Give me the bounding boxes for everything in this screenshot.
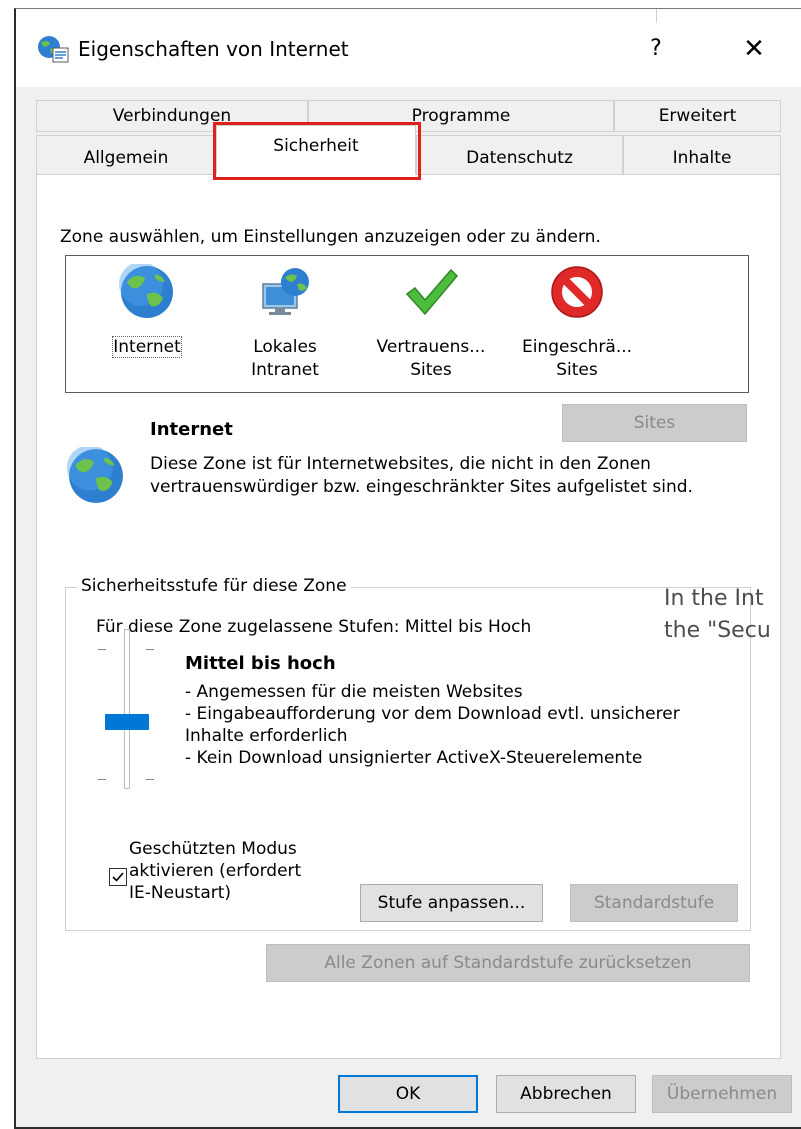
zone-intranet-label-2: Intranet — [251, 360, 319, 380]
slider-thumb[interactable] — [105, 714, 149, 730]
tab-sicherheit[interactable]: Sicherheit — [216, 125, 416, 175]
zone-local-intranet[interactable]: Lokales Intranet — [210, 256, 360, 392]
zone-trusted-label-2: Sites — [410, 360, 452, 380]
slider-tick — [146, 649, 154, 650]
protected-mode-label-line: IE-Neustart) — [129, 883, 232, 903]
internet-options-dialog: Eigenschaften von Internet ? ✕ Verbindun… — [14, 8, 801, 1129]
background-window-edge — [656, 9, 657, 23]
overlay-line: the "Secu — [664, 618, 771, 643]
level-desc-line: - Kein Download unsignierter ActiveX-Ste… — [185, 748, 643, 768]
zone-restricted-sites[interactable]: Eingeschrä... Sites — [502, 256, 652, 392]
default-level-button[interactable]: Standardstufe — [570, 884, 738, 922]
cancel-button[interactable]: Abbrechen — [496, 1075, 636, 1113]
internet-options-icon — [38, 36, 69, 63]
protected-mode-label-line: aktivieren (erfordert — [129, 861, 302, 881]
globe-icon — [67, 447, 123, 503]
zone-restricted-label-2: Sites — [556, 360, 598, 380]
zone-internet-label: Internet — [112, 336, 182, 358]
slider-track — [124, 629, 130, 789]
reset-all-zones-button[interactable]: Alle Zonen auf Standardstufe zurücksetze… — [266, 944, 750, 982]
apply-button[interactable]: Übernehmen — [652, 1075, 792, 1113]
allowed-levels-text: Für diese Zone zugelassene Stufen: Mitte… — [96, 617, 532, 637]
help-button[interactable]: ? — [642, 33, 670, 65]
zone-trusted-label-1: Vertrauens... — [376, 337, 486, 357]
overlay-annotation-text: In the Int the "Secu — [664, 583, 801, 647]
zone-intranet-label-1: Lokales — [253, 337, 317, 357]
zone-trusted-sites[interactable]: Vertrauens... Sites — [356, 256, 506, 392]
overlay-line: In the Int — [664, 586, 764, 611]
checkmark-icon — [405, 268, 459, 316]
tab-datenschutz[interactable]: Datenschutz — [416, 135, 623, 175]
slider-tick — [98, 649, 106, 650]
zone-info-title: Internet — [150, 419, 233, 440]
tab-allgemein[interactable]: Allgemein — [36, 135, 216, 175]
close-button[interactable]: ✕ — [734, 31, 774, 67]
slider-tick — [146, 779, 154, 780]
zone-selector: Internet Lokales Intranet Vertrauens... … — [65, 255, 749, 393]
sites-button[interactable]: Sites — [562, 404, 747, 442]
protected-mode-label-line: Geschützten Modus — [129, 839, 297, 859]
protected-mode-checkbox[interactable] — [109, 868, 127, 886]
zone-restricted-label-1: Eingeschrä... — [521, 337, 633, 357]
zone-info-description: Diese Zone ist für Internetwebsites, die… — [150, 454, 693, 497]
level-desc-line: - Angemessen für die meisten Websites — [185, 682, 523, 702]
tab-inhalte[interactable]: Inhalte — [623, 135, 781, 175]
level-description: - Angemessen für die meisten Websites - … — [185, 681, 755, 769]
level-title: Mittel bis hoch — [185, 653, 336, 674]
checkmark-icon — [112, 872, 124, 882]
security-level-group-label: Sicherheitsstufe für diese Zone — [77, 576, 351, 596]
globe-icon — [119, 264, 173, 318]
level-desc-line: - Eingabeaufforderung vor dem Download e… — [185, 704, 680, 724]
restricted-icon — [551, 266, 603, 318]
protected-mode-label: Geschützten Modus aktivieren (erfordert … — [129, 838, 339, 904]
ok-button[interactable]: OK — [338, 1075, 478, 1113]
intranet-icon — [262, 268, 309, 315]
zone-prompt: Zone auswählen, um Einstellungen anzuzei… — [60, 227, 601, 247]
zone-internet[interactable]: Internet — [72, 256, 222, 392]
screen: Eigenschaften von Internet ? ✕ Verbindun… — [0, 0, 801, 1129]
custom-level-button[interactable]: Stufe anpassen... — [360, 884, 543, 922]
tab-erweitert[interactable]: Erweitert — [614, 100, 781, 132]
title-bar: Eigenschaften von Internet ? ✕ — [16, 9, 801, 87]
slider-tick — [98, 779, 106, 780]
security-level-slider[interactable] — [98, 629, 158, 799]
level-desc-line: Inhalte erforderlich — [185, 726, 348, 746]
window-title: Eigenschaften von Internet — [78, 37, 349, 61]
